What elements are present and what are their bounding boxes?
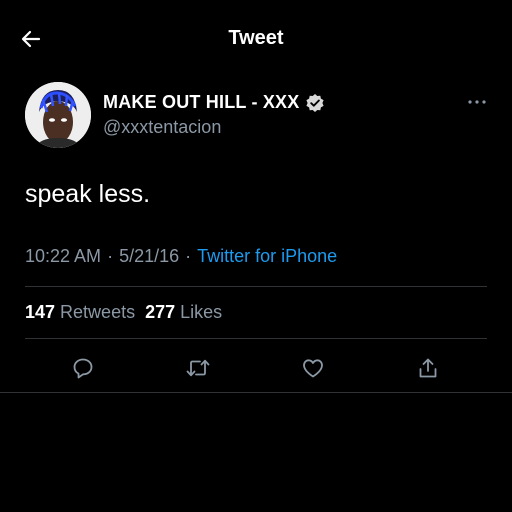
engagement-stats: 147 Retweets 277 Likes xyxy=(25,302,232,323)
meta-separator: · xyxy=(185,246,192,266)
meta-separator: · xyxy=(107,246,114,266)
author-display-name[interactable]: MAKE OUT HILL - XXX xyxy=(103,92,299,113)
tweet-source-link[interactable]: Twitter for iPhone xyxy=(197,246,337,267)
divider xyxy=(25,338,487,339)
more-options-button[interactable] xyxy=(462,92,492,112)
tweet-text: speak less. xyxy=(25,180,151,208)
author-handle[interactable]: @xxxtentacion xyxy=(103,117,221,138)
share-button[interactable] xyxy=(414,354,442,382)
retweets-count: 147 xyxy=(25,302,56,322)
verified-badge-icon xyxy=(305,93,325,113)
tweet-time[interactable]: 10:22 AM xyxy=(25,246,101,267)
page-title: Tweet xyxy=(228,27,284,49)
header-bar: Tweet xyxy=(0,0,512,78)
retweet-button[interactable] xyxy=(184,354,212,382)
like-button[interactable] xyxy=(299,354,327,382)
retweet-icon xyxy=(185,356,211,380)
divider xyxy=(25,286,487,287)
retweets-stat[interactable]: 147 Retweets xyxy=(25,302,135,323)
author-name-row[interactable]: MAKE OUT HILL - XXX xyxy=(103,92,325,113)
reply-icon xyxy=(71,356,95,380)
divider xyxy=(0,392,512,393)
heart-icon xyxy=(301,356,325,380)
tweet-date[interactable]: 5/21/16 xyxy=(119,246,179,267)
avatar[interactable] xyxy=(25,82,91,148)
tweet-meta: 10:22 AM · 5/21/16 · Twitter for iPhone xyxy=(25,246,337,267)
likes-stat[interactable]: 277 Likes xyxy=(145,302,222,323)
more-dots-icon xyxy=(467,99,487,105)
likes-label: Likes xyxy=(180,302,223,322)
share-icon xyxy=(416,356,440,380)
retweets-label: Retweets xyxy=(60,302,136,322)
likes-count: 277 xyxy=(145,302,176,322)
reply-button[interactable] xyxy=(69,354,97,382)
